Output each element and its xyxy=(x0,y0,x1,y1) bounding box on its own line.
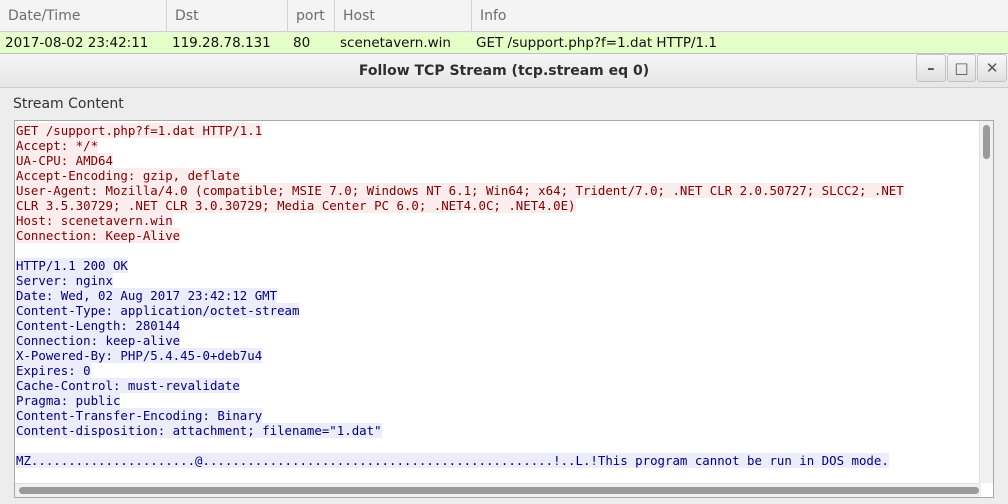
stream-line-text: Host: scenetavern.win xyxy=(16,213,173,228)
stream-line-text: Content-Length: 280144 xyxy=(16,318,181,333)
stream-content-view[interactable]: GET /support.php?f=1.dat HTTP/1.1 Accept:… xyxy=(14,120,994,498)
stream-line-server: Expires: 0 xyxy=(16,363,969,378)
stream-line-server: MZ......................@...............… xyxy=(16,453,969,468)
stream-line-client: CLR 3.5.30729; .NET CLR 3.0.30729; Media… xyxy=(16,198,969,213)
close-button[interactable]: ✕ xyxy=(977,54,1008,82)
stream-line-text: Accept-Encoding: gzip, deflate xyxy=(16,168,240,183)
stream-line-text: UA-CPU: AMD64 xyxy=(16,153,113,168)
stream-line-client: Accept: */* xyxy=(16,138,969,153)
vertical-scrollbar[interactable] xyxy=(979,121,993,483)
minimize-icon: – xyxy=(927,59,935,77)
stream-line-client: Accept-Encoding: gzip, deflate xyxy=(16,168,969,183)
column-header-port[interactable]: port xyxy=(288,0,335,32)
stream-blank-line xyxy=(16,243,969,258)
dialog-title: Follow TCP Stream (tcp.stream eq 0) xyxy=(358,63,650,79)
horizontal-scroll-thumb[interactable] xyxy=(19,487,979,494)
packet-list-header: Date/Time Dst port Host Info xyxy=(0,0,1008,32)
stream-line-text: CLR 3.5.30729; .NET CLR 3.0.30729; Media… xyxy=(16,198,576,213)
stream-line-server: X-Powered-By: PHP/5.4.45-0+deb7u4 xyxy=(16,348,969,363)
stream-line-server: Cache-Control: must-revalidate xyxy=(16,378,969,393)
stream-line-server: Server: nginx xyxy=(16,273,969,288)
stream-line-text: X-Powered-By: PHP/5.4.45-0+deb7u4 xyxy=(16,348,263,363)
stream-line-text: Content-disposition: attachment; filenam… xyxy=(16,423,382,438)
stream-line-text: Expires: 0 xyxy=(16,363,91,378)
maximize-icon: □ xyxy=(954,59,969,77)
packet-port: 80 xyxy=(293,35,311,51)
stream-line-server: HTTP/1.1 200 OK xyxy=(16,258,969,273)
stream-line-server: Pragma: public xyxy=(16,393,969,408)
stream-line-client: Host: scenetavern.win xyxy=(16,213,969,228)
maximize-button[interactable]: □ xyxy=(946,54,977,82)
stream-line-client: User-Agent: Mozilla/4.0 (compatible; MSI… xyxy=(16,183,969,198)
column-header-dst[interactable]: Dst xyxy=(167,0,288,32)
dialog-titlebar[interactable]: Follow TCP Stream (tcp.stream eq 0) – □ … xyxy=(0,54,1008,88)
stream-content-label: Stream Content xyxy=(13,96,124,112)
stream-line-client: UA-CPU: AMD64 xyxy=(16,153,969,168)
stream-line-server: Date: Wed, 02 Aug 2017 23:42:12 GMT xyxy=(16,288,969,303)
packet-datetime: 2017-08-02 23:42:11 xyxy=(5,35,149,51)
stream-line-server: Content-disposition: attachment; filenam… xyxy=(16,423,969,438)
stream-line-client: GET /support.php?f=1.dat HTTP/1.1 xyxy=(16,123,969,138)
stream-line-server: Content-Length: 280144 xyxy=(16,318,969,333)
stream-line-text: Content-Type: application/octet-stream xyxy=(16,303,300,318)
packet-dst: 119.28.78.131 xyxy=(172,35,271,51)
follow-tcp-stream-dialog: Follow TCP Stream (tcp.stream eq 0) – □ … xyxy=(0,53,1008,504)
vertical-scroll-thumb[interactable] xyxy=(983,125,990,159)
stream-line-text: Pragma: public xyxy=(16,393,121,408)
stream-line-text: Cache-Control: must-revalidate xyxy=(16,378,240,393)
close-icon: ✕ xyxy=(985,59,999,77)
stream-line-text: Connection: Keep-Alive xyxy=(16,228,181,243)
horizontal-scrollbar[interactable] xyxy=(15,483,981,497)
minimize-button[interactable]: – xyxy=(916,54,946,82)
stream-line-text: Accept: */* xyxy=(16,138,99,153)
packet-row-selected[interactable]: 2017-08-02 23:42:11 119.28.78.131 80 sce… xyxy=(0,33,1008,53)
stream-line-server: Connection: keep-alive xyxy=(16,333,969,348)
stream-line-text: GET /support.php?f=1.dat HTTP/1.1 xyxy=(16,123,263,138)
column-header-host[interactable]: Host xyxy=(335,0,472,32)
stream-line-client: Connection: Keep-Alive xyxy=(16,228,969,243)
window-controls: – □ ✕ xyxy=(916,54,1008,84)
stream-line-text: Connection: keep-alive xyxy=(16,333,181,348)
stream-line-text: User-Agent: Mozilla/4.0 (compatible; MSI… xyxy=(16,183,904,198)
stream-line-server: Content-Type: application/octet-stream xyxy=(16,303,969,318)
stream-line-text: MZ......................@...............… xyxy=(16,453,889,468)
column-header-info[interactable]: Info xyxy=(472,0,1008,32)
stream-line-text: Content-Transfer-Encoding: Binary xyxy=(16,408,263,423)
stream-line-server: Content-Transfer-Encoding: Binary xyxy=(16,408,969,423)
column-header-datetime[interactable]: Date/Time xyxy=(0,0,167,32)
stream-line-text: Server: nginx xyxy=(16,273,113,288)
stream-line-text: Date: Wed, 02 Aug 2017 23:42:12 GMT xyxy=(16,288,278,303)
stream-line-text: HTTP/1.1 200 OK xyxy=(16,258,128,273)
stream-text[interactable]: GET /support.php?f=1.dat HTTP/1.1 Accept:… xyxy=(16,123,969,468)
packet-info: GET /support.php?f=1.dat HTTP/1.1 xyxy=(476,35,717,51)
packet-host: scenetavern.win xyxy=(340,35,451,51)
stream-blank-line xyxy=(16,438,969,453)
